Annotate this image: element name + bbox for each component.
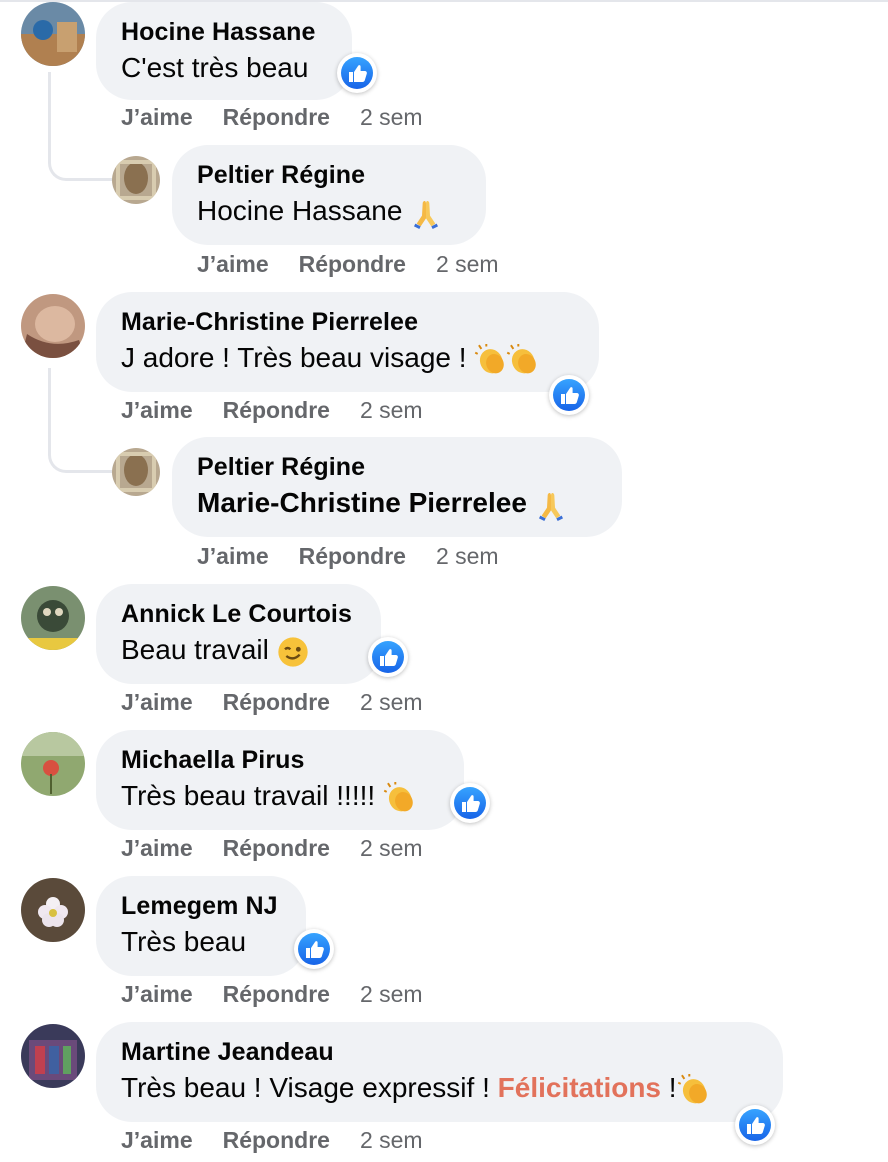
comment-actions: J’aime Répondre 2 sem <box>121 689 423 716</box>
author-name[interactable]: Hocine Hassane <box>121 16 327 48</box>
author-name[interactable]: Annick Le Courtois <box>121 598 356 630</box>
author-name[interactable]: Martine Jeandeau <box>121 1036 758 1068</box>
comment-actions: J’aime Répondre 2 sem <box>197 543 499 570</box>
comment-actions: J’aime Répondre 2 sem <box>121 981 423 1008</box>
timestamp[interactable]: 2 sem <box>436 251 499 277</box>
comment-text: Très beau <box>121 926 247 957</box>
reply-link[interactable]: Répondre <box>223 689 330 715</box>
reaction-badge[interactable] <box>450 783 490 823</box>
reaction-badge[interactable] <box>337 53 377 93</box>
author-name[interactable]: Marie-Christine Pierrelee <box>121 306 574 338</box>
reply-link[interactable]: Répondre <box>223 1127 330 1153</box>
comment-bubble: Peltier Régine Marie-Christine Pierrelee <box>172 437 622 537</box>
comment-bubble: Lemegem NJ Très beau <box>96 876 306 976</box>
comment-bubble: Marie-Christine Pierrelee J adore ! Très… <box>96 292 599 392</box>
folded-hands-icon <box>414 200 439 229</box>
timestamp[interactable]: 2 sem <box>360 104 423 130</box>
comment-actions: J’aime Répondre 2 sem <box>121 835 423 862</box>
reply-link[interactable]: Répondre <box>223 397 330 423</box>
like-link[interactable]: J’aime <box>197 543 269 569</box>
timestamp[interactable]: 2 sem <box>360 1127 423 1153</box>
author-name[interactable]: Peltier Régine <box>197 159 461 191</box>
avatar[interactable] <box>21 2 85 66</box>
avatar[interactable] <box>112 448 160 496</box>
comment-actions: J’aime Répondre 2 sem <box>121 104 423 131</box>
reaction-badge[interactable] <box>294 929 334 969</box>
thumbs-up-icon <box>306 941 324 958</box>
reaction-badge[interactable] <box>368 637 408 677</box>
reaction-badge[interactable] <box>735 1105 775 1145</box>
thread-line <box>48 72 113 181</box>
avatar[interactable] <box>21 586 85 650</box>
comment-text: Très beau travail !!!!! <box>121 780 376 811</box>
timestamp[interactable]: 2 sem <box>360 981 423 1007</box>
like-link[interactable]: J’aime <box>121 689 193 715</box>
reply-link[interactable]: Répondre <box>299 543 406 569</box>
comment-bubble: Peltier Régine Hocine Hassane <box>172 145 486 245</box>
timestamp[interactable]: 2 sem <box>360 835 423 861</box>
comment-bubble: Michaella Pirus Très beau travail !!!!! <box>96 730 464 830</box>
like-link[interactable]: J’aime <box>121 835 193 861</box>
avatar[interactable] <box>21 878 85 942</box>
comment-bubble: Martine Jeandeau Très beau ! Visage expr… <box>96 1022 783 1122</box>
comment-text: Très beau ! Visage expressif ! <box>121 1072 490 1103</box>
comment-text: C'est très beau <box>121 52 309 83</box>
like-link[interactable]: J’aime <box>121 104 193 130</box>
comment-text: Beau travail <box>121 634 269 665</box>
reply-link[interactable]: Répondre <box>299 251 406 277</box>
like-link[interactable]: J’aime <box>121 981 193 1007</box>
thumbs-up-icon <box>561 387 579 404</box>
like-link[interactable]: J’aime <box>121 1127 193 1153</box>
avatar[interactable] <box>21 294 85 358</box>
winking-face-icon <box>276 635 309 668</box>
clapping-hands-icon <box>383 781 415 814</box>
comment-bubble: Hocine Hassane C'est très beau <box>96 2 352 100</box>
author-name[interactable]: Peltier Régine <box>197 451 597 483</box>
avatar[interactable] <box>112 156 160 204</box>
reply-link[interactable]: Répondre <box>223 835 330 861</box>
reaction-badge[interactable] <box>549 375 589 415</box>
like-link[interactable]: J’aime <box>197 251 269 277</box>
like-link[interactable]: J’aime <box>121 397 193 423</box>
comment-actions: J’aime Répondre 2 sem <box>121 1127 423 1154</box>
mentioned-user[interactable]: Marie-Christine Pierrelee <box>197 487 527 518</box>
reply-link[interactable]: Répondre <box>223 981 330 1007</box>
thread-line <box>48 368 113 473</box>
timestamp[interactable]: 2 sem <box>436 543 499 569</box>
timestamp[interactable]: 2 sem <box>360 397 423 423</box>
thumbs-up-icon <box>462 795 480 812</box>
clapping-hands-icon <box>506 343 539 376</box>
comment-text-suffix: ! <box>668 1072 677 1103</box>
comment-text: Hocine Hassane <box>197 195 403 226</box>
thumbs-up-icon <box>380 649 398 666</box>
thumbs-up-icon <box>747 1117 765 1134</box>
clapping-hands-icon <box>676 1073 709 1106</box>
thumbs-up-icon <box>349 65 367 82</box>
timestamp[interactable]: 2 sem <box>360 689 423 715</box>
author-name[interactable]: Lemegem NJ <box>121 890 281 922</box>
highlighted-word: Félicitations <box>497 1072 662 1103</box>
folded-hands-icon <box>538 492 563 521</box>
comment-actions: J’aime Répondre 2 sem <box>197 251 499 278</box>
avatar[interactable] <box>21 732 85 796</box>
clapping-hands-icon <box>474 343 507 376</box>
reply-link[interactable]: Répondre <box>223 104 330 130</box>
comment-bubble: Annick Le Courtois Beau travail <box>96 584 381 684</box>
comment-text: J adore ! Très beau visage ! <box>121 342 467 373</box>
avatar[interactable] <box>21 1024 85 1088</box>
author-name[interactable]: Michaella Pirus <box>121 744 439 776</box>
comment-actions: J’aime Répondre 2 sem <box>121 397 423 424</box>
